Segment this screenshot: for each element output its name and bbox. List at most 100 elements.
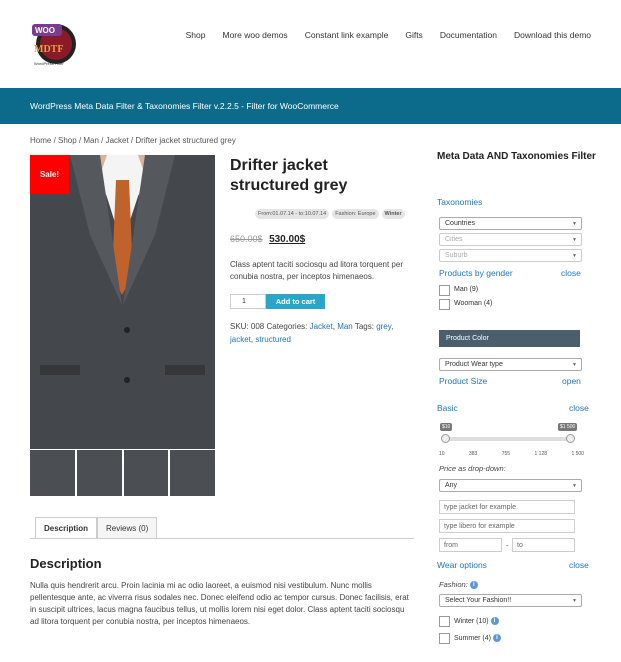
taxonomies-toggle[interactable]: Taxonomies bbox=[437, 197, 482, 207]
nav-download[interactable]: Download this demo bbox=[514, 30, 591, 40]
product-color-toggle[interactable]: Product Color bbox=[439, 330, 580, 347]
product-filter-tags: From:01.07.14 - to:10.07.14 Fashion: Eur… bbox=[255, 209, 405, 219]
info-icon[interactable]: i bbox=[492, 634, 501, 642]
tick-label: 1 500 bbox=[571, 451, 584, 457]
main-nav: Shop More woo demos Constant link exampl… bbox=[186, 30, 591, 40]
season-tag-label: Winter bbox=[384, 211, 402, 217]
fashion-select[interactable]: Select Your Fashion!! ▼ bbox=[439, 594, 582, 607]
summer-checkbox[interactable] bbox=[439, 633, 450, 644]
sku-categories-label: SKU: 008 Categories: bbox=[230, 322, 308, 331]
chevron-down-icon: ▼ bbox=[572, 483, 577, 489]
slider-max-handle[interactable] bbox=[566, 434, 575, 443]
thumbnail-4[interactable] bbox=[170, 450, 215, 496]
svg-text:WordPress Filter: WordPress Filter bbox=[34, 61, 64, 66]
from-input[interactable]: from bbox=[439, 538, 502, 552]
price-dropdown-label: Price as drop-down: bbox=[439, 464, 506, 473]
info-icon[interactable]: i bbox=[469, 581, 478, 590]
basic-close-link[interactable]: close bbox=[569, 403, 589, 413]
slider-max-value: $1 500 bbox=[558, 423, 578, 431]
suburb-select[interactable]: Suburb ▼ bbox=[439, 249, 582, 262]
season-tag: Winter bbox=[381, 209, 405, 219]
tag-structured-link[interactable]: structured bbox=[255, 335, 291, 344]
slider-min-value: $10 bbox=[440, 423, 453, 431]
thumbnail-3[interactable] bbox=[123, 450, 169, 496]
price-any-select[interactable]: Any ▼ bbox=[439, 479, 582, 492]
jacket-image bbox=[30, 155, 215, 449]
nav-documentation[interactable]: Documentation bbox=[440, 30, 497, 40]
fashion-label-text: Fashion: bbox=[439, 580, 468, 589]
wooman-checkbox-label: Wooman (4) bbox=[454, 300, 493, 307]
price: 650.00$ 530.00$ bbox=[230, 234, 305, 245]
chevron-down-icon: ▼ bbox=[572, 362, 577, 368]
thumbnail-2[interactable] bbox=[76, 450, 122, 496]
product-wear-type-label: Product Wear type bbox=[445, 361, 503, 368]
tick-label: 1 128 bbox=[534, 451, 548, 457]
basic-toggle[interactable]: Basic bbox=[437, 403, 458, 413]
product-main-image[interactable] bbox=[30, 155, 215, 449]
product-size-toggle[interactable]: Product Size bbox=[439, 376, 487, 386]
tag-grey-link[interactable]: grey bbox=[376, 322, 391, 331]
winter-checkbox[interactable] bbox=[439, 616, 450, 627]
description-text: Nulla quis hendrerit arcu. Proin lacinia… bbox=[30, 581, 409, 626]
product-title: Drifter jacket structured grey bbox=[230, 157, 348, 194]
cities-select[interactable]: Cities ▼ bbox=[439, 233, 582, 246]
fashion-select-label: Select Your Fashion!! bbox=[445, 597, 512, 604]
description-title: Description bbox=[30, 556, 102, 571]
to-input[interactable]: to bbox=[512, 538, 575, 552]
nav-more-woo-demos[interactable]: More woo demos bbox=[222, 30, 287, 40]
tab-reviews[interactable]: Reviews (0) bbox=[97, 517, 158, 539]
thumbnail-1[interactable] bbox=[30, 450, 75, 496]
chevron-down-icon: ▼ bbox=[572, 253, 577, 259]
date-tag: From:01.07.14 - to:10.07.14 bbox=[255, 209, 330, 219]
site-header: WOO MDTF WordPress Filter Shop More woo … bbox=[0, 0, 621, 88]
countries-select-label: Countries bbox=[445, 220, 475, 227]
tag-jacket-link[interactable]: jacket bbox=[230, 335, 251, 344]
wear-options-close-link[interactable]: close bbox=[569, 560, 589, 570]
suburb-select-label: Suburb bbox=[445, 252, 468, 259]
cities-select-label: Cities bbox=[445, 236, 463, 243]
summer-label-text: Summer (4) bbox=[454, 634, 491, 642]
chevron-down-icon: ▼ bbox=[572, 221, 577, 227]
add-to-cart-button[interactable]: Add to cart bbox=[266, 294, 325, 309]
sale-badge: Sale! bbox=[30, 155, 69, 194]
fashion-tag: Fashion: Europe bbox=[332, 209, 379, 219]
tick-label: 383 bbox=[468, 451, 478, 457]
product-wear-type-select[interactable]: Product Wear type ▼ bbox=[439, 358, 582, 371]
price-any-label: Any bbox=[445, 482, 458, 489]
category-jacket-link[interactable]: Jacket bbox=[310, 322, 333, 331]
wear-options-toggle[interactable]: Wear options bbox=[437, 560, 487, 570]
price-range-slider[interactable] bbox=[442, 437, 574, 441]
man-checkbox[interactable] bbox=[439, 285, 450, 296]
jacket-text-input[interactable]: type jacket for example bbox=[439, 500, 575, 514]
sidebar-title: Meta Data AND Taxonomies Filter bbox=[437, 151, 596, 162]
info-icon[interactable]: i bbox=[490, 617, 499, 625]
category-man-link[interactable]: Man bbox=[337, 322, 353, 331]
countries-select[interactable]: Countries ▼ bbox=[439, 217, 582, 230]
tick-label: 755 bbox=[501, 451, 511, 457]
winter-label-text: Winter (10) bbox=[454, 617, 489, 625]
nav-shop[interactable]: Shop bbox=[186, 30, 206, 40]
size-open-link[interactable]: open bbox=[562, 376, 581, 386]
old-price: 650.00$ bbox=[230, 234, 263, 244]
tick-label: 10 bbox=[439, 451, 445, 457]
product-thumbnails bbox=[30, 450, 215, 496]
libero-text-input[interactable]: type libero for example bbox=[439, 519, 575, 533]
quantity-input[interactable]: 1 bbox=[230, 294, 266, 309]
breadcrumb: Home / Shop / Man / Jacket / Drifter jac… bbox=[30, 136, 236, 145]
svg-text:WOO: WOO bbox=[35, 26, 55, 35]
wooman-checkbox[interactable] bbox=[439, 299, 450, 310]
site-logo[interactable]: WOO MDTF WordPress Filter bbox=[30, 18, 78, 68]
gender-close-link[interactable]: close bbox=[561, 268, 581, 278]
product-meta: SKU: 008 Categories: Jacket, Man Tags: g… bbox=[230, 322, 394, 344]
nav-gifts[interactable]: Gifts bbox=[405, 30, 422, 40]
winter-label: Winter (10) i bbox=[454, 617, 499, 625]
slider-min-handle[interactable] bbox=[441, 434, 450, 443]
range-dash: - bbox=[506, 541, 509, 550]
product-tabs: Description Reviews (0) bbox=[35, 517, 158, 539]
fashion-label: Fashion: i bbox=[439, 580, 478, 590]
current-price: 530.00$ bbox=[269, 234, 306, 245]
products-by-gender-toggle[interactable]: Products by gender bbox=[439, 268, 513, 278]
nav-constant-link[interactable]: Constant link example bbox=[305, 30, 389, 40]
man-checkbox-label: Man (9) bbox=[454, 286, 479, 293]
tab-description[interactable]: Description bbox=[35, 517, 98, 539]
